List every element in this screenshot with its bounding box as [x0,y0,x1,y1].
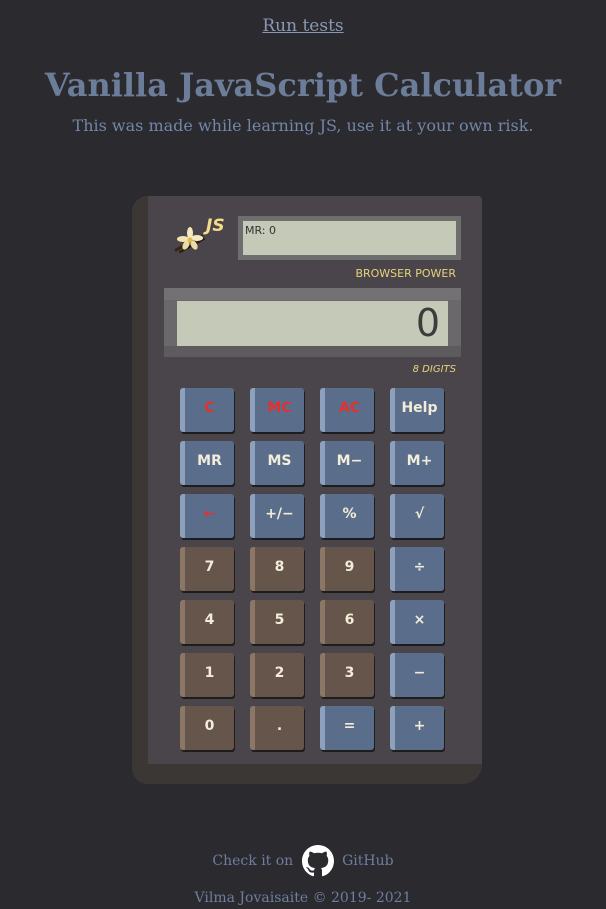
display-bevel-top [164,288,461,300]
github-icon[interactable] [301,845,334,877]
key-0-1[interactable]: MC [250,388,304,432]
key-1-0[interactable]: MR [180,441,234,485]
key-5-1[interactable]: 2 [250,653,304,697]
github-link[interactable]: Check it on GitHub [0,845,606,877]
key-4-3[interactable]: × [390,600,444,644]
key-1-1[interactable]: MS [250,441,304,485]
run-tests-link[interactable]: Run tests [0,16,606,36]
key-0-2[interactable]: AC [320,388,374,432]
display-bevel-bottom [164,346,461,357]
calculator-bottom-edge [132,764,482,784]
display-value: 0 [177,301,448,346]
key-6-0[interactable]: 0 [180,706,234,750]
memory-display: MR: 0 [238,216,461,260]
key-3-1[interactable]: 8 [250,547,304,591]
key-1-3[interactable]: M+ [390,441,444,485]
key-2-2[interactable]: % [320,494,374,538]
page-title: Vanilla JavaScript Calculator [44,66,562,104]
key-3-2[interactable]: 9 [320,547,374,591]
key-3-0[interactable]: 7 [180,547,234,591]
key-0-3[interactable]: Help [390,388,444,432]
check-it-on-text: Check it on [212,853,294,869]
key-2-0[interactable]: ← [180,494,234,538]
power-label: BROWSER POWER [355,267,456,280]
key-0-0[interactable]: C [180,388,234,432]
key-3-3[interactable]: ÷ [390,547,444,591]
key-5-3[interactable]: − [390,653,444,697]
key-1-2[interactable]: M− [320,441,374,485]
calculator-left-edge [132,196,148,784]
logo-text: JS [206,216,225,236]
github-label: GitHub [342,853,394,869]
key-6-3[interactable]: + [390,706,444,750]
digits-label: 8 DIGITS [412,364,456,375]
key-2-3[interactable]: √ [390,494,444,538]
key-5-2[interactable]: 3 [320,653,374,697]
main-display: 0 [164,288,461,357]
vanilla-flower-icon [174,227,205,253]
copyright: Vilma Jovaisaite © 2019- 2021 [194,890,412,906]
key-5-0[interactable]: 1 [180,653,234,697]
calculator: JS MR: 0 BROWSER POWER 0 8 DIGITS C MC AC H… [132,196,482,784]
key-4-2[interactable]: 6 [320,600,374,644]
key-6-1[interactable]: . [250,706,304,750]
keypad: C MC AC Help MR MS M− M+ ← +/−% √ 7 8 9 ÷ 4 5 6 × 1 2 3− 0. = + [180,388,450,758]
key-4-1[interactable]: 5 [250,600,304,644]
key-4-0[interactable]: 4 [180,600,234,644]
page-subtitle: This was made while learning JS, use it … [72,116,534,135]
key-2-1[interactable]: +/− [250,494,304,538]
memory-display-text: MR: 0 [243,221,456,255]
key-6-2[interactable]: = [320,706,374,750]
